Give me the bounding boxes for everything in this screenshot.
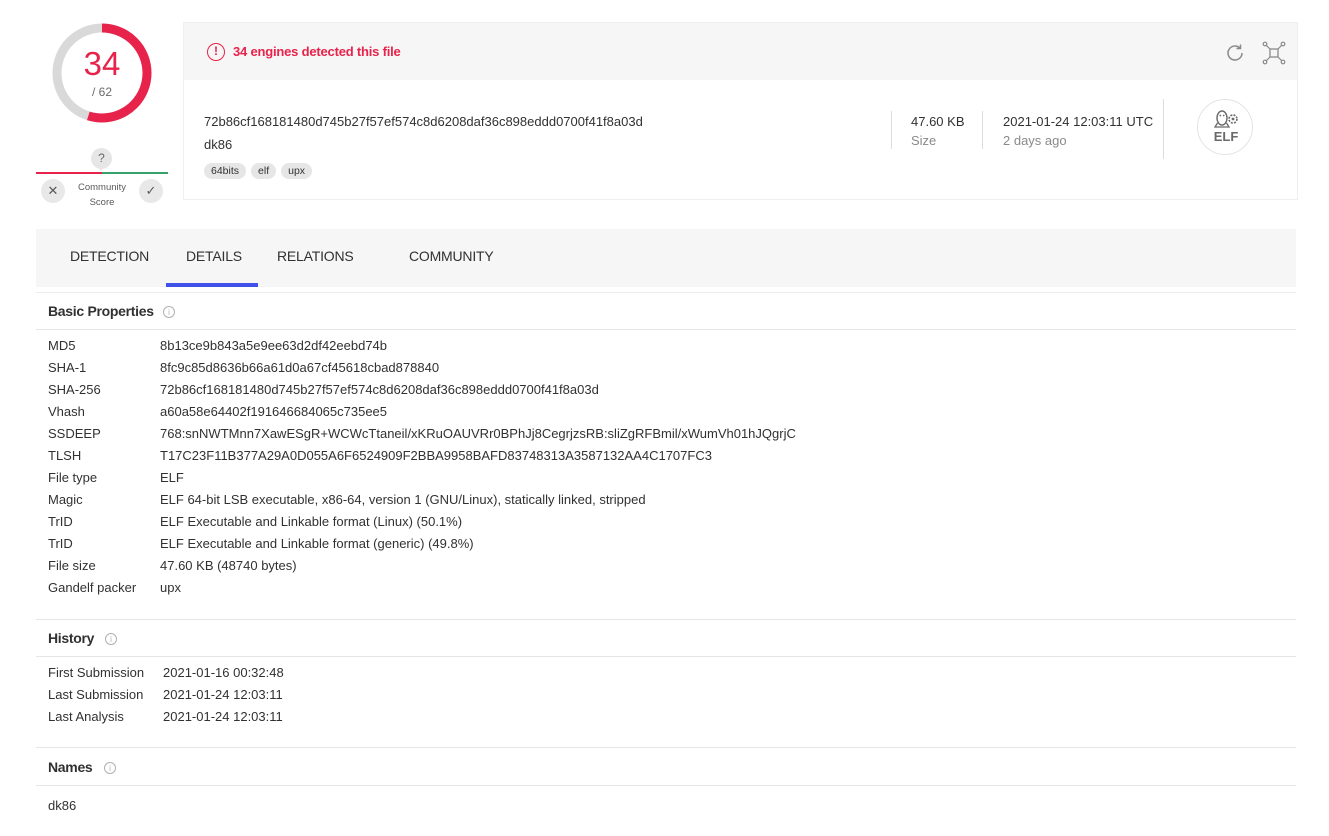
vote-harmless-button[interactable]: ✓ (139, 179, 163, 203)
property-key: Last Analysis (48, 709, 124, 724)
property-value: 2021-01-16 00:32:48 (163, 665, 284, 680)
history-title: History (48, 630, 95, 646)
file-name-entry: dk86 (48, 798, 77, 813)
property-key: File size (48, 558, 96, 573)
property-value: T17C23F11B377A29A0D055A6F6524909F2BBA995… (160, 448, 712, 463)
info-icon[interactable]: i (104, 762, 116, 774)
detection-alert-text: 34 engines detected this file (233, 44, 401, 59)
active-tab-indicator (166, 283, 258, 287)
section-divider (36, 656, 1296, 657)
community-score-bar (36, 172, 168, 174)
property-key: First Submission (48, 665, 145, 680)
file-name: dk86 (204, 137, 233, 152)
property-key: Vhash (48, 404, 85, 419)
last-analysis-relative: 2 days ago (1003, 133, 1067, 148)
report-tabs: DETECTION DETAILS RELATIONS COMMUNITY (36, 229, 1296, 287)
community-label-line1: Community (77, 182, 127, 193)
property-value: ELF Executable and Linkable format (gene… (160, 536, 474, 551)
tag-elf[interactable]: elf (251, 163, 277, 179)
property-value: ELF 64-bit LSB executable, x86-64, versi… (160, 492, 646, 507)
property-value: 768:snNWTMnn7XawESgR+WCWcTtaneil/xKRuOAU… (160, 426, 796, 441)
vote-malicious-button[interactable]: ✕ (41, 179, 65, 203)
property-value: ELF Executable and Linkable format (Linu… (160, 514, 463, 529)
property-key: SHA-256 (48, 382, 101, 397)
property-value: ELF (160, 470, 184, 485)
linux-elf-icon: ELF (1197, 99, 1253, 155)
graph-summary-icon[interactable] (1262, 41, 1286, 65)
file-summary-card: ! 34 engines detected this file 72b86cf1… (183, 22, 1298, 200)
refresh-icon[interactable] (1223, 41, 1247, 65)
property-key: Magic (48, 492, 83, 507)
section-divider (36, 619, 1296, 620)
detection-score-ring: 34 / 62 (50, 21, 154, 125)
tag-upx[interactable]: upx (281, 163, 313, 179)
file-tags: 64bits elf upx (204, 163, 313, 179)
property-value: upx (160, 580, 181, 595)
property-key: TLSH (48, 448, 82, 463)
file-size-value: 47.60 KB (911, 114, 965, 129)
alert-icon: ! (207, 43, 225, 61)
meta-divider (982, 111, 983, 149)
property-key: TrID (48, 514, 73, 529)
last-analysis-date: 2021-01-24 12:03:11 UTC (1003, 114, 1154, 129)
property-value: 8fc9c85d8636b66a61d0a67cf45618cbad878840 (160, 360, 440, 375)
tag-64bits[interactable]: 64bits (204, 163, 247, 179)
section-divider (36, 329, 1296, 330)
property-value: a60a58e64402f191646684065c735ee5 (160, 404, 388, 419)
tab-details[interactable]: DETAILS (186, 248, 242, 264)
property-key: Last Submission (48, 687, 144, 702)
file-size-label: Size (911, 133, 937, 148)
names-title: Names (48, 759, 93, 775)
tabs-divider (36, 292, 1296, 293)
info-icon[interactable]: i (163, 306, 175, 318)
community-score-label: Community Score (64, 180, 140, 210)
file-sha256[interactable]: 72b86cf168181480d745b27f57ef574c8d6208da… (204, 114, 643, 129)
property-key: File type (48, 470, 98, 485)
file-type-badge: ELF (1213, 129, 1239, 144)
info-icon[interactable]: i (105, 633, 117, 645)
property-key: Gandelf packer (48, 580, 137, 595)
detections-count: 34 (83, 45, 121, 82)
meta-divider (891, 111, 892, 149)
tab-relations[interactable]: RELATIONS (277, 248, 354, 264)
community-score-unknown-icon: ? (91, 148, 112, 171)
section-divider (36, 747, 1296, 748)
property-value: 47.60 KB (48740 bytes) (160, 558, 297, 573)
property-key: SSDEEP (48, 426, 101, 441)
property-value: 72b86cf168181480d745b27f57ef574c8d6208da… (160, 382, 599, 397)
property-value: 2021-01-24 12:03:11 (163, 687, 283, 702)
basic-properties-title: Basic Properties (48, 303, 154, 319)
property-key: MD5 (48, 338, 76, 353)
tab-community[interactable]: COMMUNITY (409, 248, 494, 264)
property-key: TrID (48, 536, 73, 551)
community-label-line2: Score (89, 197, 115, 208)
engines-total: / 62 (91, 85, 112, 99)
property-value: 2021-01-24 12:03:11 (163, 709, 283, 724)
property-value: 8b13ce9b843a5e9ee63d2df42eebd74b (160, 338, 388, 353)
property-key: SHA-1 (48, 360, 87, 375)
tab-detection[interactable]: DETECTION (70, 248, 149, 264)
meta-divider (1163, 99, 1164, 159)
detection-alert-bar: ! 34 engines detected this file (184, 23, 1297, 80)
section-divider (36, 785, 1296, 786)
